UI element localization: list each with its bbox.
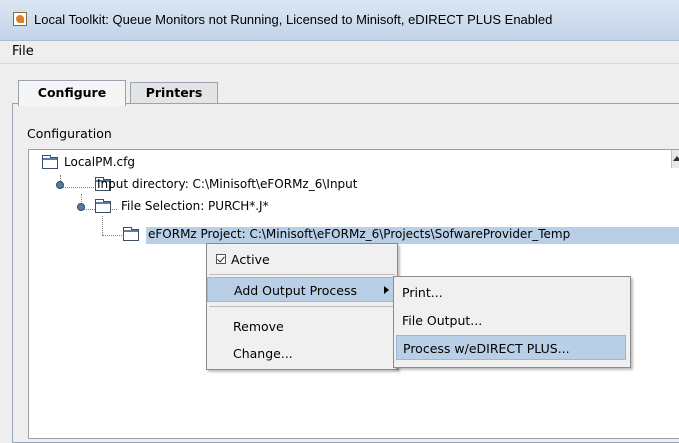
tree-node-label: eFORMz Project: C:\Minisoft\eFORMz_6\Pro… <box>148 227 571 241</box>
context-menu: Active Add Output Process Remove Change.… <box>206 243 398 370</box>
window-title: Local Toolkit: Queue Monitors not Runnin… <box>34 12 553 27</box>
menu-item-label: Process w/eDIRECT PLUS... <box>403 341 570 356</box>
menu-item-label: Active <box>231 252 270 267</box>
menu-item-label: Add Output Process <box>234 283 357 298</box>
checkbox-checked-icon[interactable] <box>216 254 226 264</box>
tree-expand-handle-icon[interactable] <box>56 181 64 189</box>
tab-printers[interactable]: Printers <box>130 82 218 103</box>
tree-connector <box>102 216 103 235</box>
menu-item-process-edirect-plus[interactable]: Process w/eDIRECT PLUS... <box>396 335 626 360</box>
tree-node-root[interactable]: LocalPM.cfg <box>42 154 242 172</box>
scroll-up-arrow-icon[interactable] <box>671 150 679 168</box>
folder-icon <box>95 199 111 213</box>
menu-item-label: Print... <box>402 285 443 300</box>
tab-configure[interactable]: Configure <box>18 80 126 106</box>
menu-item-add-output-process[interactable]: Add Output Process <box>207 277 397 302</box>
menu-item-file-output[interactable]: File Output... <box>394 308 630 333</box>
submenu-add-output-process: Print... File Output... Process w/eDIREC… <box>393 276 631 368</box>
submenu-arrow-icon <box>384 286 389 294</box>
menu-item-active[interactable]: Active <box>207 247 397 272</box>
menu-item-label: Remove <box>233 319 284 334</box>
menu-file[interactable]: File <box>12 44 34 59</box>
tree-node-project[interactable]: eFORMz Project: C:\Minisoft\eFORMz_6\Pro… <box>122 226 679 244</box>
menu-item-label: File Output... <box>402 313 483 328</box>
menu-bar: File <box>0 41 679 64</box>
tree-expand-handle-icon[interactable] <box>77 203 85 211</box>
tree-node-label: LocalPM.cfg <box>64 155 135 169</box>
menu-item-label: Change... <box>233 346 293 361</box>
tree-node-input-directory[interactable]: Input directory: C:\Minisoft\eFORMz_6\In… <box>54 176 454 194</box>
java-app-icon <box>13 12 27 26</box>
tree-node-label: Input directory: C:\Minisoft\eFORMz_6\In… <box>97 177 358 191</box>
tree-node-label: File Selection: PURCH*.J* <box>121 199 269 213</box>
menu-separator <box>209 306 395 307</box>
title-bar: Local Toolkit: Queue Monitors not Runnin… <box>0 0 679 41</box>
menu-item-print[interactable]: Print... <box>394 280 630 305</box>
menu-item-change[interactable]: Change... <box>207 341 397 366</box>
folder-icon <box>42 155 58 169</box>
tree-connector <box>102 235 122 236</box>
folder-icon <box>123 227 139 241</box>
tree-node-file-selection[interactable]: File Selection: PURCH*.J* <box>75 198 375 216</box>
configuration-label: Configuration <box>27 126 112 141</box>
menu-item-remove[interactable]: Remove <box>207 314 397 339</box>
menu-separator <box>209 274 395 275</box>
